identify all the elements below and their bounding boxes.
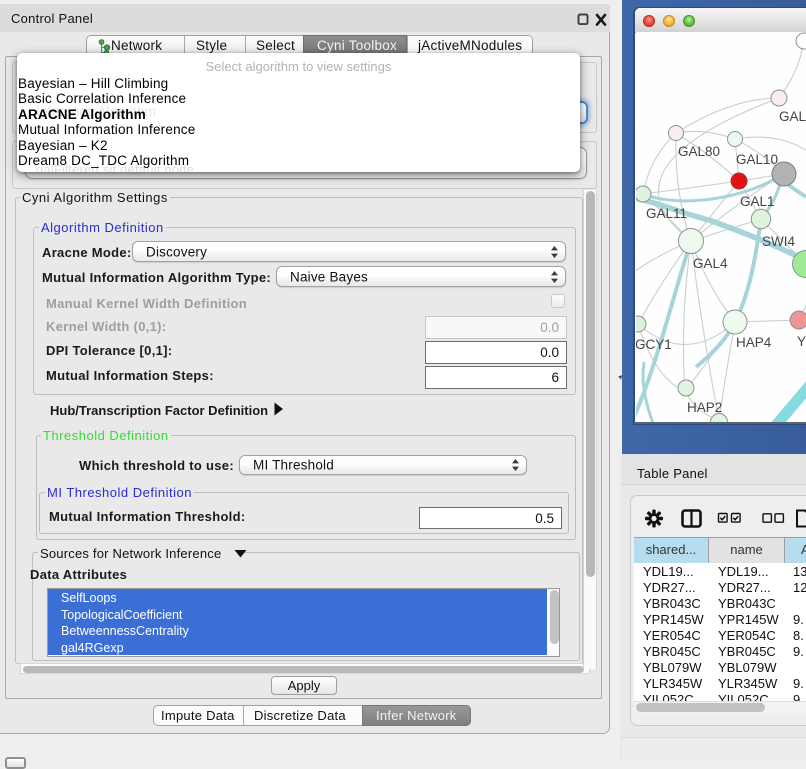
svg-text:GAL4: GAL4 bbox=[693, 256, 728, 271]
svg-text:Y: Y bbox=[797, 334, 806, 349]
svg-text:SWI4: SWI4 bbox=[762, 234, 795, 249]
svg-text:GCY1: GCY1 bbox=[636, 337, 672, 352]
svg-text:GAL10: GAL10 bbox=[736, 152, 778, 167]
svg-text:GAL1: GAL1 bbox=[740, 194, 775, 209]
svg-text:GAL80: GAL80 bbox=[678, 144, 720, 159]
svg-text:GAL11: GAL11 bbox=[646, 206, 687, 221]
svg-text:GAL: GAL bbox=[779, 109, 806, 124]
svg-text:HAP2: HAP2 bbox=[687, 400, 722, 415]
svg-text:HAP4: HAP4 bbox=[736, 335, 772, 350]
